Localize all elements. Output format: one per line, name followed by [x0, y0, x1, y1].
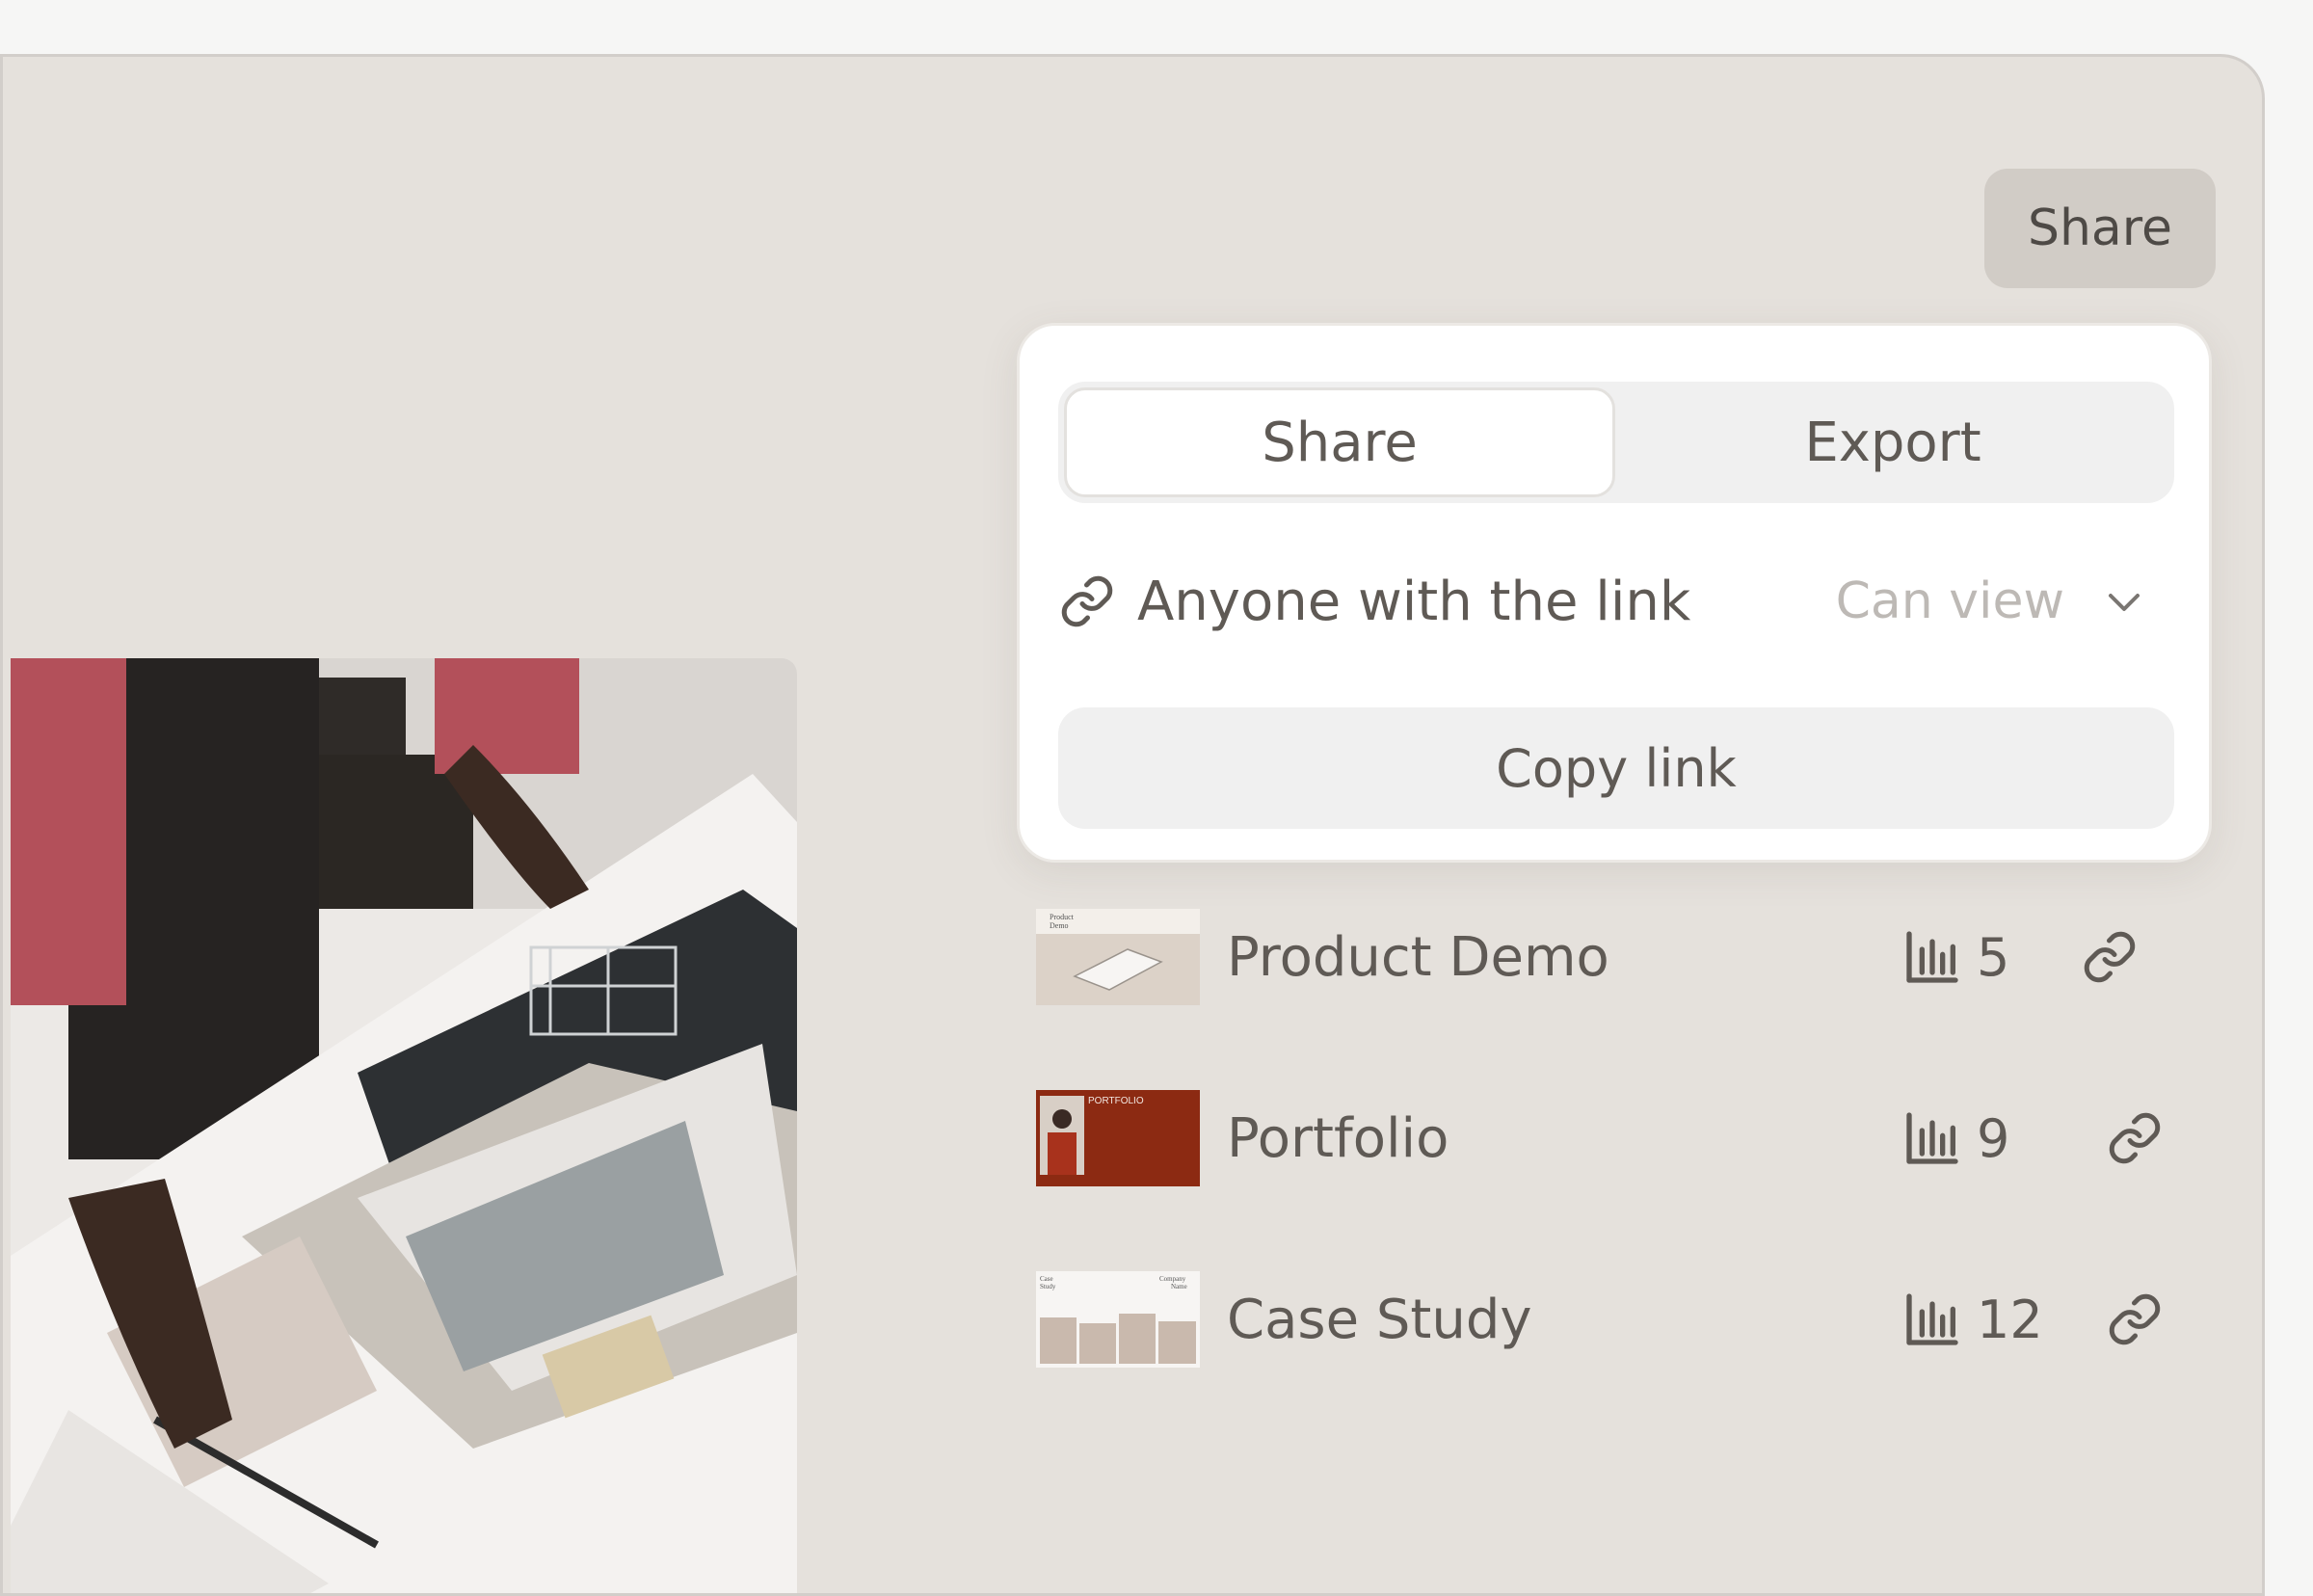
link-access-row: Anyone with the link Can view	[1058, 553, 2174, 650]
link-icon	[1061, 575, 1113, 627]
link-access-label: Anyone with the link	[1137, 570, 1691, 633]
bar-chart-icon	[1906, 1112, 1958, 1164]
copy-link-icon[interactable]	[2106, 1109, 2164, 1167]
thumb-text: Demo	[1050, 921, 1069, 930]
copy-link-icon[interactable]	[2081, 928, 2139, 986]
list-item[interactable]: Case Study Company Name Case Study 12	[1036, 1271, 2193, 1368]
view-stats: 12	[1901, 1271, 2043, 1368]
thumb-text: Product	[1050, 913, 1075, 921]
copy-link-icon[interactable]	[2106, 1290, 2164, 1348]
thumb-text: Case	[1040, 1275, 1053, 1283]
thumb-text: Study	[1040, 1283, 1056, 1290]
permission-value: Can view	[1835, 572, 2064, 630]
tab-bar: Share Export	[1058, 382, 2174, 503]
share-button[interactable]: Share	[1984, 169, 2216, 288]
item-thumbnail: PORTFOLIO	[1036, 1090, 1200, 1186]
view-count: 9	[1977, 1107, 2010, 1169]
tab-export[interactable]: Export	[1617, 387, 2168, 497]
list-item[interactable]: Product Demo Product Demo 5	[1036, 909, 2193, 1005]
item-thumbnail: Case Study Company Name	[1036, 1271, 1200, 1368]
workspace-photo	[11, 658, 797, 1593]
item-title: Portfolio	[1227, 1106, 1449, 1170]
bar-chart-icon	[1906, 931, 1958, 983]
share-popover: Share Export Anyone with the link Can vi…	[1017, 323, 2212, 863]
tab-share[interactable]: Share	[1064, 387, 1615, 497]
copy-link-button[interactable]: Copy link	[1058, 707, 2174, 829]
chevron-down-icon	[2109, 594, 2140, 611]
view-count: 12	[1977, 1289, 2043, 1350]
item-title: Case Study	[1227, 1288, 1532, 1351]
item-title: Product Demo	[1227, 925, 1609, 989]
view-stats: 9	[1901, 1090, 2009, 1186]
thumb-text: Company	[1159, 1275, 1186, 1283]
app-window: Share Share Export Anyone with the link …	[0, 54, 2265, 1596]
thumb-text: Name	[1171, 1283, 1187, 1290]
bar-chart-icon	[1906, 1293, 1958, 1345]
view-count: 5	[1977, 926, 2010, 988]
list-item[interactable]: PORTFOLIO Portfolio 9	[1036, 1090, 2193, 1186]
thumb-text: PORTFOLIO	[1088, 1096, 1144, 1106]
view-stats: 5	[1901, 909, 2009, 1005]
item-thumbnail: Product Demo	[1036, 909, 1200, 1005]
permission-dropdown[interactable]: Can view	[1836, 553, 2147, 650]
